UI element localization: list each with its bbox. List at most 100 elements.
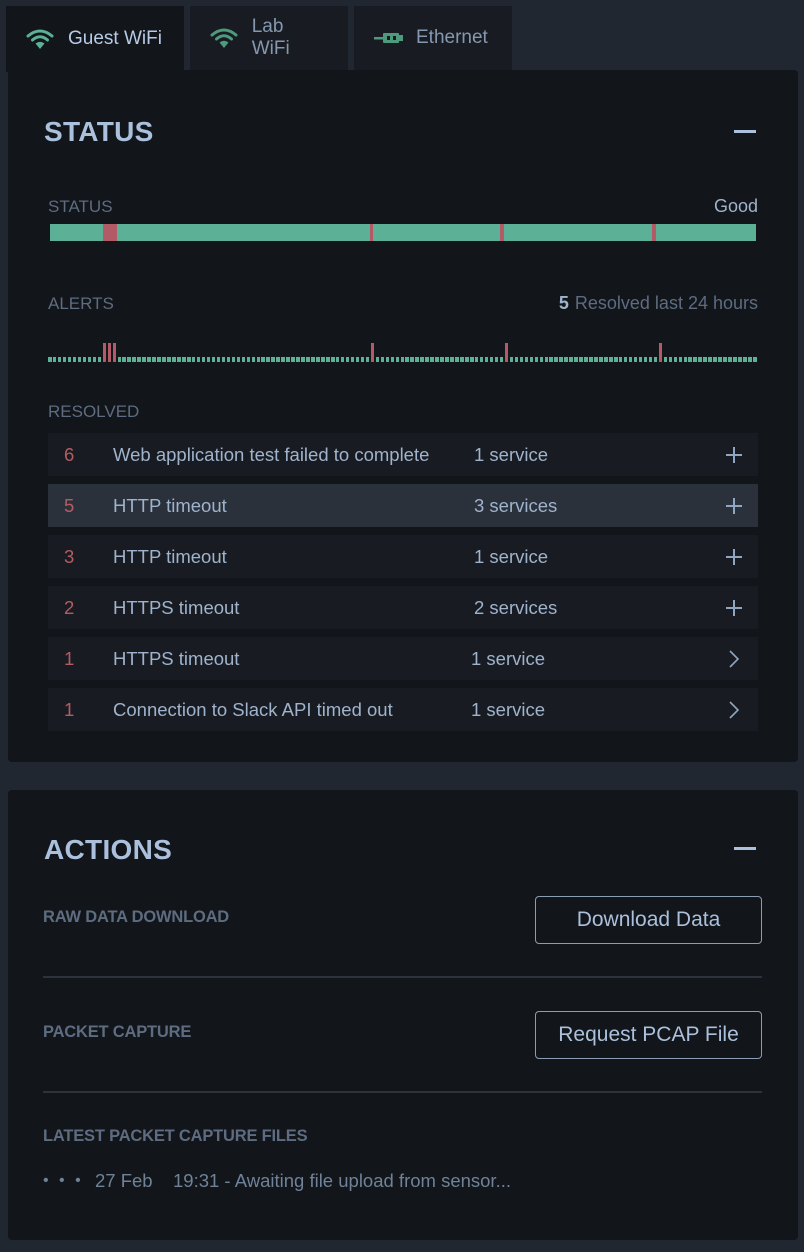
alert-services: 1 service — [474, 443, 549, 465]
expand-plus-icon[interactable] — [724, 547, 744, 567]
alert-name: HTTPS timeout — [113, 596, 240, 618]
alert-tick — [82, 357, 87, 362]
resolved-row[interactable]: 1 Connection to Slack API timed out 1 se… — [48, 688, 758, 731]
resolved-row[interactable]: 6 Web application test failed to complet… — [48, 433, 758, 476]
alert-tick — [67, 357, 72, 362]
resolved-row[interactable]: 3 HTTP timeout 1 service — [48, 535, 758, 578]
alert-tick — [668, 357, 673, 362]
alert-tick — [331, 357, 335, 362]
alert-tick — [246, 357, 251, 362]
alert-tick — [241, 357, 246, 362]
status-timeline-bar — [50, 224, 756, 241]
collapse-status-button[interactable] — [734, 130, 756, 133]
expand-plus-icon[interactable] — [724, 598, 744, 618]
alert-services: 1 service — [474, 545, 549, 567]
alert-tick — [748, 357, 752, 362]
resolved-label: RESOLVED — [48, 402, 140, 421]
resolved-row[interactable]: 2 HTTPS timeout 2 services — [48, 586, 758, 629]
alert-tick — [48, 357, 52, 362]
status-panel: STATUS STATUS Good ALERTS 5 Resolved last… — [8, 70, 798, 762]
alert-tick — [653, 357, 658, 362]
collapse-actions-button[interactable] — [734, 847, 756, 850]
alert-tick — [678, 357, 683, 362]
tab-ethernet[interactable]: Ethernet — [354, 6, 512, 70]
alert-count: 5 — [64, 494, 75, 516]
alert-tick-red — [504, 343, 509, 362]
chevron-right-icon[interactable] — [724, 700, 744, 720]
alert-tick — [663, 357, 668, 362]
alert-tick — [261, 357, 265, 362]
download-data-button[interactable]: Download Data — [535, 896, 762, 944]
alert-tick — [489, 357, 494, 362]
alert-tick — [206, 357, 211, 362]
status-panel-title: STATUS — [44, 116, 154, 147]
request-pcap-button[interactable]: Request PCAP File — [535, 1011, 762, 1059]
alert-tick — [390, 357, 395, 362]
alert-tick — [316, 357, 320, 362]
alert-tick — [728, 357, 732, 362]
resolved-row[interactable]: 1 HTTPS timeout 1 service — [48, 637, 758, 680]
alert-tick — [420, 357, 424, 362]
alerts-count: 5 — [558, 293, 569, 313]
alert-tick — [618, 357, 623, 362]
tab-guest-wifi[interactable]: Guest WiFi — [6, 6, 184, 72]
packet-capture-label: PACKET CAPTURE — [43, 1023, 192, 1041]
expand-plus-icon[interactable] — [724, 445, 744, 465]
alert-tick — [574, 357, 578, 362]
wifi-icon — [26, 28, 56, 50]
alert-tick — [167, 357, 171, 362]
latest-files-label: LATEST PACKET CAPTURE FILES — [43, 1127, 308, 1145]
alert-tick — [97, 357, 102, 362]
expand-plus-icon[interactable] — [724, 496, 744, 516]
alert-tick — [693, 357, 697, 362]
alert-tick — [187, 357, 191, 362]
alert-tick — [569, 357, 573, 362]
alert-tick — [643, 357, 648, 362]
actions-panel-title: ACTIONS — [44, 834, 173, 865]
alert-tick — [599, 357, 603, 362]
alert-tick — [122, 357, 126, 362]
alert-tick — [286, 357, 290, 362]
alert-tick — [117, 357, 121, 362]
alert-tick — [321, 357, 325, 362]
alert-tick — [435, 357, 439, 362]
alert-count: 1 — [64, 647, 75, 669]
alert-tick — [301, 357, 305, 362]
tab-label: Ethernet — [416, 27, 488, 48]
alert-tick — [52, 357, 57, 362]
alert-tick — [157, 357, 161, 362]
resolved-row[interactable]: 5 HTTP timeout 3 services — [48, 484, 758, 527]
capture-file-row: • • • 27 Feb 19:31 - Awaiting file uploa… — [43, 1170, 511, 1192]
alert-tick — [87, 357, 92, 362]
resolved-list: 6 Web application test failed to complet… — [48, 433, 758, 739]
alert-tick — [201, 357, 206, 362]
alert-name: HTTP timeout — [113, 494, 227, 516]
alert-tick — [638, 357, 643, 362]
network-tabs: Guest WiFi Lab WiFi Ethernet — [6, 6, 512, 72]
alert-tick — [628, 357, 633, 362]
alert-services: 2 services — [474, 596, 558, 618]
alert-tick — [564, 357, 568, 362]
alert-tick — [256, 357, 261, 362]
alert-tick — [614, 357, 618, 362]
alert-tick — [231, 357, 236, 362]
alert-tick — [395, 357, 400, 362]
alert-tick — [713, 357, 717, 362]
alert-tick — [62, 357, 67, 362]
alert-tick-red — [102, 343, 107, 362]
chevron-right-icon[interactable] — [724, 649, 744, 669]
alert-name: Connection to Slack API timed out — [113, 698, 393, 720]
alert-tick — [211, 357, 216, 362]
more-options-icon[interactable]: • • • — [43, 1172, 95, 1190]
alert-tick — [688, 357, 692, 362]
ethernet-icon — [374, 27, 404, 49]
alert-tick — [196, 357, 201, 362]
status-incident-segment — [652, 224, 657, 241]
actions-panel: ACTIONS RAW DATA DOWNLOAD Download Data … — [8, 790, 798, 1240]
tab-label: Guest WiFi — [68, 28, 162, 49]
alert-tick — [345, 357, 350, 362]
alert-tick — [296, 357, 300, 362]
tab-lab-wifi[interactable]: Lab WiFi — [190, 6, 348, 70]
packet-capture-row: PACKET CAPTURE Request PCAP File — [43, 1011, 762, 1059]
alert-tick — [623, 357, 628, 362]
